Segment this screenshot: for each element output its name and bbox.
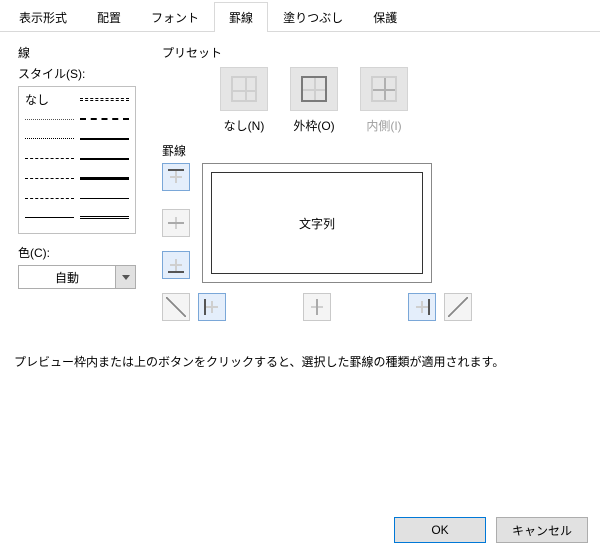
diagonal-down-icon bbox=[448, 297, 468, 317]
line-style-option[interactable] bbox=[80, 91, 129, 108]
preset-none-button[interactable] bbox=[220, 67, 268, 111]
preset-outline-button[interactable] bbox=[290, 67, 338, 111]
tab-font[interactable]: フォント bbox=[136, 2, 214, 32]
preset-outline-label: 外枠(O) bbox=[293, 117, 334, 134]
line-style-option[interactable] bbox=[25, 170, 74, 187]
border-section-title: 罫線 bbox=[162, 142, 582, 159]
line-style-picker[interactable]: なし bbox=[18, 86, 136, 234]
diagonal-up-icon bbox=[166, 297, 186, 317]
preset-none-icon bbox=[231, 76, 257, 102]
border-mid-v-icon bbox=[309, 299, 325, 315]
tab-alignment[interactable]: 配置 bbox=[82, 2, 136, 32]
border-mid-v-button[interactable] bbox=[303, 293, 331, 321]
help-note: プレビュー枠内または上のボタンをクリックすると、選択した罫線の種類が適用されます… bbox=[14, 353, 586, 370]
border-right-button[interactable] bbox=[408, 293, 436, 321]
border-mid-h-icon bbox=[168, 215, 184, 231]
chevron-down-icon[interactable] bbox=[115, 266, 135, 288]
line-style-option[interactable] bbox=[80, 130, 129, 147]
tab-fill[interactable]: 塗りつぶし bbox=[268, 2, 358, 32]
line-style-option[interactable] bbox=[25, 209, 74, 226]
border-left-icon bbox=[204, 299, 220, 315]
tab-border[interactable]: 罫線 bbox=[214, 2, 268, 32]
ok-button[interactable]: OK bbox=[394, 517, 486, 543]
border-preview[interactable]: 文字列 bbox=[202, 163, 432, 283]
line-style-option[interactable] bbox=[25, 111, 74, 128]
preset-inside-label: 内側(I) bbox=[366, 117, 401, 134]
line-style-option[interactable] bbox=[80, 111, 129, 128]
line-style-option[interactable] bbox=[80, 170, 129, 187]
line-style-option[interactable] bbox=[80, 190, 129, 207]
border-top-button[interactable] bbox=[162, 163, 190, 191]
line-style-none[interactable]: なし bbox=[25, 91, 74, 108]
line-style-option[interactable] bbox=[25, 130, 74, 147]
line-section-title: 線 bbox=[18, 44, 148, 61]
color-value: 自動 bbox=[19, 266, 115, 288]
line-style-option[interactable] bbox=[25, 150, 74, 167]
border-bottom-button[interactable] bbox=[162, 251, 190, 279]
border-diag-up-button[interactable] bbox=[162, 293, 190, 321]
line-style-option[interactable] bbox=[80, 209, 129, 226]
preview-text: 文字列 bbox=[299, 215, 335, 232]
preset-inside-button[interactable] bbox=[360, 67, 408, 111]
color-select[interactable]: 自動 bbox=[18, 265, 136, 289]
style-label: スタイル(S): bbox=[18, 65, 148, 82]
border-left-button[interactable] bbox=[198, 293, 226, 321]
tab-display[interactable]: 表示形式 bbox=[4, 2, 82, 32]
line-style-option[interactable] bbox=[80, 150, 129, 167]
tab-protection[interactable]: 保護 bbox=[358, 2, 412, 32]
cancel-button[interactable]: キャンセル bbox=[496, 517, 588, 543]
border-diag-down-button[interactable] bbox=[444, 293, 472, 321]
line-style-option[interactable] bbox=[25, 190, 74, 207]
preset-section-title: プリセット bbox=[162, 44, 582, 61]
border-mid-h-button[interactable] bbox=[162, 209, 190, 237]
preset-outline-icon bbox=[301, 76, 327, 102]
preset-inside-icon bbox=[371, 76, 397, 102]
border-bottom-icon bbox=[168, 257, 184, 273]
color-label: 色(C): bbox=[18, 244, 148, 261]
border-right-icon bbox=[414, 299, 430, 315]
tab-bar: 表示形式 配置 フォント 罫線 塗りつぶし 保護 bbox=[0, 0, 600, 32]
border-top-icon bbox=[168, 169, 184, 185]
preset-none-label: なし(N) bbox=[224, 117, 265, 134]
